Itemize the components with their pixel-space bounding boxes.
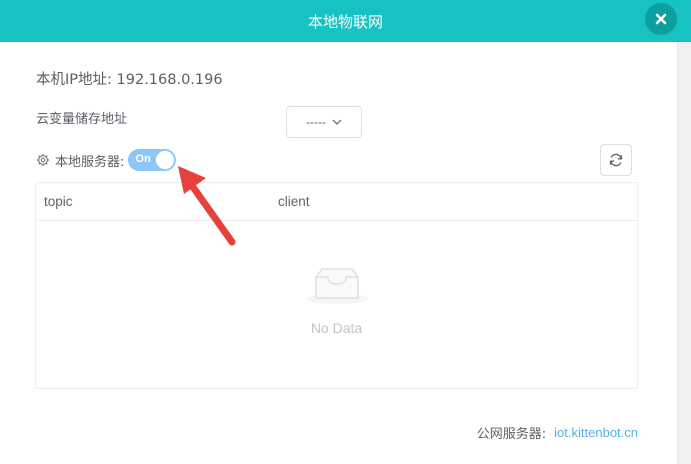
annotation-arrow xyxy=(178,166,236,246)
local-server-label: 本地服务器: xyxy=(55,154,125,170)
column-header-client[interactable]: client xyxy=(278,194,310,209)
local-server-row: 本地服务器: On xyxy=(36,149,177,171)
ip-value: 192.168.0.196 xyxy=(116,72,223,88)
storage-address-label: 云变量储存地址 xyxy=(36,112,128,127)
refresh-icon xyxy=(609,153,623,167)
public-server-row: 公网服务器: iot.kittenbot.cn xyxy=(477,423,638,442)
storage-address-select[interactable]: ----- xyxy=(286,106,362,138)
table-header: topic client xyxy=(36,183,637,221)
close-button[interactable] xyxy=(645,3,677,35)
scrollbar[interactable] xyxy=(677,42,691,464)
chevron-down-icon xyxy=(332,119,342,125)
toggle-text: On xyxy=(135,153,151,165)
close-icon xyxy=(655,13,667,25)
empty-inbox-icon xyxy=(306,268,368,304)
column-header-topic[interactable]: topic xyxy=(44,194,73,209)
public-server-link[interactable]: iot.kittenbot.cn xyxy=(554,425,638,440)
topic-client-table: topic client No Data xyxy=(35,182,638,389)
gear-icon[interactable] xyxy=(36,153,50,167)
empty-state-text: No Data xyxy=(310,320,363,336)
public-server-label: 公网服务器: xyxy=(476,427,547,442)
ip-label: 本机IP地址: xyxy=(36,72,112,88)
dialog-header: 本地物联网 xyxy=(0,0,691,42)
select-value: ----- xyxy=(306,115,326,129)
dialog-title: 本地物联网 xyxy=(307,12,383,31)
ip-address-line: 本机IP地址: 192.168.0.196 xyxy=(36,68,223,89)
refresh-button[interactable] xyxy=(600,144,632,176)
